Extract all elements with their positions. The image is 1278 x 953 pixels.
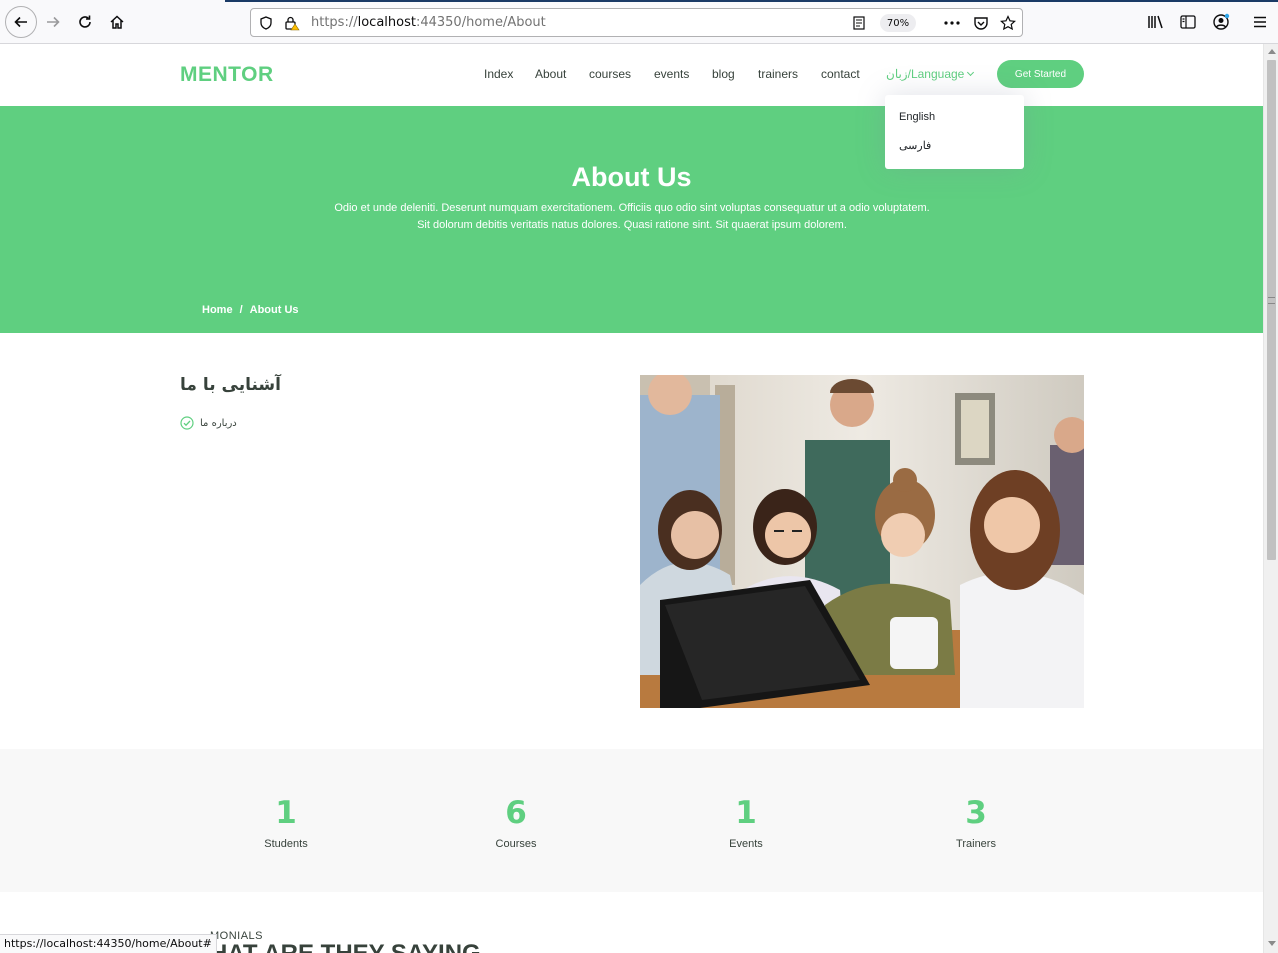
about-heading: آشنایی با ما	[180, 375, 281, 395]
count-courses: 6 Courses	[446, 793, 586, 850]
scroll-down-arrow[interactable]	[1268, 941, 1276, 946]
count-trainers: 3 Trainers	[906, 793, 1046, 850]
breadcrumb: Home / About Us	[202, 304, 299, 316]
page-title: About Us	[571, 162, 692, 192]
sidebar-icon[interactable]	[1179, 13, 1197, 31]
nav-courses[interactable]: courses	[589, 67, 631, 81]
breadcrumb-home[interactable]: Home	[202, 304, 233, 316]
library-icon[interactable]	[1147, 13, 1165, 31]
count-label: Courses	[495, 838, 537, 850]
get-started-button[interactable]: Get Started	[997, 60, 1084, 88]
address-bar[interactable]: https://localhost:44350/home/About 70%	[250, 8, 1023, 37]
insecure-lock-icon[interactable]	[283, 14, 301, 32]
arrow-left-icon	[14, 16, 27, 28]
account-icon[interactable]	[1211, 12, 1231, 32]
scroll-grip-icon	[1268, 297, 1275, 304]
scroll-up-arrow[interactable]	[1268, 49, 1276, 54]
breadcrumb-separator: /	[239, 304, 243, 316]
reload-icon	[79, 15, 91, 28]
page-hero: About Us Odio et unde deleniti. Deserunt…	[0, 106, 1263, 333]
count-number: 6	[505, 795, 527, 831]
url-text[interactable]: https://localhost:44350/home/About	[311, 15, 546, 30]
count-students: 1 Students	[216, 793, 356, 850]
nav-contact[interactable]: contact	[821, 67, 860, 81]
shield-icon[interactable]	[258, 15, 274, 31]
scroll-thumb[interactable]	[1267, 60, 1276, 560]
language-option-english[interactable]: English	[899, 111, 935, 123]
site-logo[interactable]: MENTOR	[180, 63, 274, 87]
nav-events[interactable]: events	[654, 67, 689, 81]
count-label: Trainers	[956, 838, 996, 850]
bookmark-star-icon[interactable]	[999, 14, 1017, 32]
breadcrumb-current: About Us	[249, 304, 299, 316]
home-button[interactable]	[103, 8, 131, 36]
status-bar-url: https://localhost:44350/home/About#	[0, 934, 217, 953]
nav-trainers[interactable]: trainers	[758, 67, 798, 81]
pocket-icon[interactable]	[972, 14, 990, 32]
count-number: 1	[735, 795, 757, 831]
vertical-scrollbar[interactable]	[1263, 44, 1278, 953]
zoom-indicator[interactable]: 70%	[880, 14, 916, 32]
count-label: Students	[264, 838, 308, 850]
menu-icon[interactable]	[1251, 13, 1269, 31]
reader-view-icon[interactable]	[851, 15, 867, 31]
check-circle-icon	[180, 416, 194, 430]
count-label: Events	[729, 838, 763, 850]
tab-strip-edge	[225, 0, 1278, 2]
language-dropdown: English فارسی	[885, 95, 1024, 169]
more-actions-icon[interactable]	[943, 15, 961, 31]
nav-blog[interactable]: blog	[712, 67, 735, 81]
arrow-right-icon	[47, 16, 60, 28]
count-events: 1 Events	[676, 793, 816, 850]
forward-button[interactable]	[39, 8, 67, 36]
count-number: 1	[275, 795, 297, 831]
site-header: MENTOR Index About courses events blog t…	[0, 44, 1263, 106]
nav-index[interactable]: Index	[484, 67, 513, 81]
back-button[interactable]	[5, 6, 37, 38]
browser-toolbar: https://localhost:44350/home/About 70%	[0, 0, 1278, 44]
nav-about[interactable]: About	[535, 67, 566, 81]
count-number: 3	[965, 795, 987, 831]
team-photo	[640, 375, 1084, 708]
counts-section: 1 Students 6 Courses 1 Events 3 Trainers	[0, 749, 1263, 892]
home-icon	[110, 15, 124, 29]
language-option-farsi[interactable]: فارسی	[899, 139, 931, 152]
chevron-down-icon	[967, 68, 975, 77]
reload-button[interactable]	[71, 8, 99, 36]
page-viewport: MENTOR Index About courses events blog t…	[0, 44, 1263, 953]
about-list-item: درباره ما	[180, 416, 237, 430]
about-item-text: درباره ما	[200, 417, 237, 429]
language-label: زبان/Language	[886, 67, 965, 81]
testimonials-heading: HAT ARE THEY SAYING	[210, 940, 481, 953]
language-menu[interactable]: زبان/Language	[886, 67, 975, 81]
page-subtitle: Odio et unde deleniti. Deserunt numquam …	[334, 202, 930, 231]
